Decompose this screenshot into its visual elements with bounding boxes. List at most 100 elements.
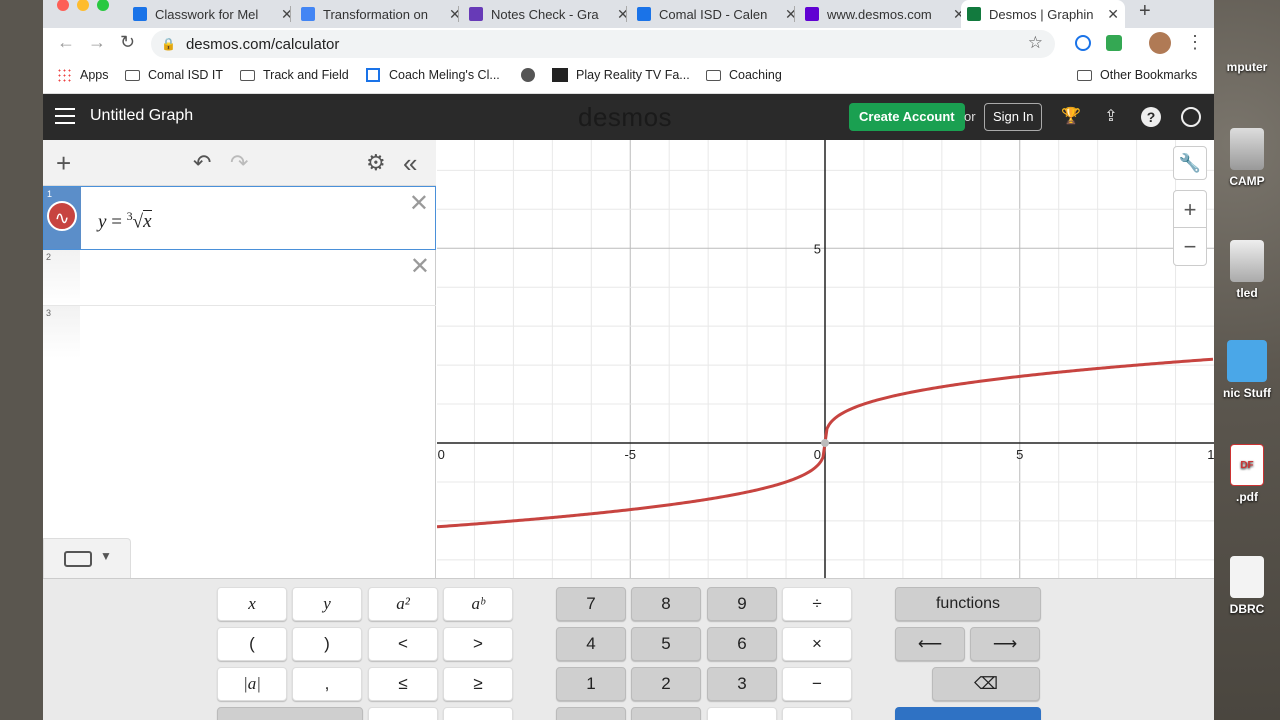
math-expression[interactable]: y = 3√x (98, 209, 152, 233)
close-icon[interactable]: ✕ (409, 189, 429, 218)
desktop-label: nic Stuff (1223, 386, 1271, 400)
graph-style-icon[interactable]: ∿ (47, 201, 77, 231)
bookmark-folder[interactable]: Comal ISD IT (125, 68, 223, 82)
expression-row[interactable]: 3 (43, 306, 436, 358)
tab-comal-calendar[interactable]: Comal ISD - Calen ✕ (631, 0, 803, 28)
key-6[interactable]: 6 (707, 627, 777, 661)
extension-icon[interactable] (1075, 35, 1091, 51)
key-abc[interactable] (217, 707, 363, 720)
key-power[interactable]: aᵇ (443, 587, 513, 621)
key-0[interactable] (556, 707, 626, 720)
key-9[interactable]: 9 (707, 587, 777, 621)
key-y[interactable]: y (292, 587, 362, 621)
key-1[interactable]: 1 (556, 667, 626, 701)
graph-canvas[interactable]: -10 -5 0 5 10 5 (437, 140, 1214, 578)
key-less-than[interactable]: < (368, 627, 438, 661)
tab-desmos-www[interactable]: www.desmos.com ✕ (799, 0, 971, 28)
zoom-window-icon[interactable] (97, 0, 109, 11)
bookmark-item[interactable]: Play Reality TV Fa... (552, 68, 690, 82)
key-less-equal[interactable]: ≤ (368, 667, 438, 701)
key-close-paren[interactable]: ) (292, 627, 362, 661)
desktop-item[interactable]: tled (1216, 240, 1278, 300)
key-pi[interactable] (443, 707, 513, 720)
key-3[interactable]: 3 (707, 667, 777, 701)
bookmark-folder[interactable]: Track and Field (240, 68, 349, 82)
close-icon[interactable]: ✕ (1107, 6, 1119, 23)
help-icon[interactable]: ? (1141, 107, 1161, 127)
key-arrow-right[interactable]: ⟶ (970, 627, 1040, 661)
desktop-item[interactable]: CAMP (1216, 128, 1278, 188)
desktop-item[interactable]: mputer (1216, 60, 1278, 74)
hamburger-menu-icon[interactable] (55, 108, 75, 124)
bookmark-star-icon[interactable]: ☆ (1028, 33, 1043, 53)
undo-icon[interactable]: ↶ (193, 150, 211, 176)
other-bookmarks[interactable]: Other Bookmarks (1077, 68, 1197, 82)
desktop-item[interactable]: DBRC (1216, 556, 1278, 616)
key-comma[interactable]: , (292, 667, 362, 701)
graph-paper[interactable]: -10 -5 0 5 10 5 (437, 140, 1214, 578)
tab-classwork[interactable]: Classwork for Mel ✕ (127, 0, 299, 28)
zoom-out-icon[interactable]: − (1174, 228, 1206, 265)
extension-icon[interactable] (1106, 35, 1122, 51)
bookmark-item[interactable] (521, 68, 535, 82)
tab-divider (626, 6, 627, 22)
expression-row[interactable]: 1 ∿ y = 3√x ✕ (43, 186, 436, 250)
back-arrow-icon[interactable]: ← (57, 32, 75, 53)
close-icon[interactable]: ✕ (410, 252, 430, 281)
key-equals[interactable] (707, 707, 777, 720)
key-abs[interactable]: |a| (217, 667, 287, 701)
functions-button[interactable]: functions (895, 587, 1041, 621)
key-4[interactable]: 4 (556, 627, 626, 661)
graph-title[interactable]: Untitled Graph (90, 107, 193, 125)
key-minus[interactable]: − (782, 667, 852, 701)
key-dot[interactable] (631, 707, 701, 720)
reload-icon[interactable]: ↻ (120, 32, 135, 53)
globe-icon[interactable] (1181, 107, 1201, 127)
key-8[interactable]: 8 (631, 587, 701, 621)
key-arrow-left[interactable]: ⟵ (895, 627, 965, 661)
desktop-item[interactable]: DF .pdf (1216, 444, 1278, 504)
tab-notes-check[interactable]: Notes Check - Gra ✕ (463, 0, 635, 28)
minimize-window-icon[interactable] (77, 0, 89, 11)
tab-desmos-graphing[interactable]: Desmos | Graphin ✕ (961, 0, 1125, 28)
forward-arrow-icon[interactable]: → (88, 32, 106, 53)
calendar-icon (637, 7, 651, 21)
desktop-item[interactable]: nic Stuff (1216, 340, 1278, 400)
expression-row[interactable]: 2 ✕ (43, 250, 436, 306)
avatar[interactable] (1149, 32, 1171, 54)
tab-transformation[interactable]: Transformation on ✕ (295, 0, 467, 28)
add-item-icon[interactable]: + (56, 148, 71, 179)
enter-button[interactable] (895, 707, 1041, 720)
key-divide[interactable]: ÷ (782, 587, 852, 621)
key-square[interactable]: a² (368, 587, 438, 621)
bookmarks-bar: Apps Comal ISD IT Track and Field Coach … (43, 60, 1214, 94)
keyboard-toggle-button[interactable]: ▼ (43, 538, 131, 578)
key-x[interactable]: x (217, 587, 287, 621)
address-bar[interactable]: 🔒 desmos.com/calculator ☆ (151, 30, 1055, 58)
key-backspace[interactable]: ⌫ (932, 667, 1040, 701)
key-greater-equal[interactable]: ≥ (443, 667, 513, 701)
key-multiply[interactable]: × (782, 627, 852, 661)
new-tab-icon[interactable]: + (1139, 0, 1151, 23)
key-open-paren[interactable]: ( (217, 627, 287, 661)
key-7[interactable]: 7 (556, 587, 626, 621)
key-2[interactable]: 2 (631, 667, 701, 701)
bookmark-folder[interactable]: Coaching (706, 68, 782, 82)
sign-in-button[interactable]: Sign In (984, 103, 1043, 131)
close-window-icon[interactable] (57, 0, 69, 11)
create-account-button[interactable]: Create Account (849, 103, 965, 131)
zoom-in-icon[interactable]: + (1174, 191, 1206, 228)
bookmark-item[interactable]: Coach Meling's Cl... (366, 68, 500, 82)
graph-settings-wrench-icon[interactable]: 🔧 (1173, 146, 1207, 180)
collapse-panel-icon[interactable]: « (403, 148, 417, 179)
key-sqrt[interactable] (368, 707, 438, 720)
share-icon[interactable]: ⇪ (1101, 107, 1121, 127)
settings-gear-icon[interactable]: ⚙ (366, 150, 386, 176)
key-5[interactable]: 5 (631, 627, 701, 661)
key-greater-than[interactable]: > (443, 627, 513, 661)
more-menu-icon[interactable]: ⋮ (1186, 32, 1204, 53)
key-plus[interactable] (782, 707, 852, 720)
bookmark-apps[interactable]: Apps (57, 68, 109, 82)
trophy-icon[interactable]: 🏆 (1061, 107, 1081, 127)
redo-icon[interactable]: ↷ (230, 150, 248, 176)
